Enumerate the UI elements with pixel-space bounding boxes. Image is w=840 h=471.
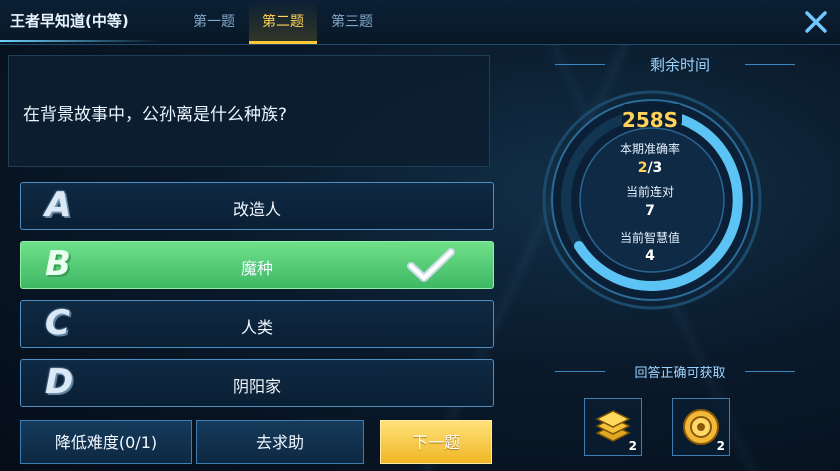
reward-item-medal[interactable]: 2 bbox=[672, 398, 730, 456]
accuracy-label: 本期准确率 bbox=[619, 142, 680, 156]
page-title: 王者早知道(中等) bbox=[10, 12, 129, 30]
answer-option-c[interactable]: C 人类 bbox=[20, 300, 494, 348]
accuracy-correct: 2 bbox=[637, 160, 648, 176]
question-text: 在背景故事中，公孙离是什么种族? bbox=[23, 105, 288, 125]
time-remaining-header: 剩余时间 bbox=[649, 56, 710, 74]
question-panel: 在背景故事中，公孙离是什么种族? bbox=[8, 55, 490, 167]
lower-difficulty-button[interactable]: 降低难度(0/1) bbox=[20, 420, 192, 464]
next-question-button[interactable]: 下一题 bbox=[380, 420, 492, 464]
title-underline bbox=[0, 40, 160, 42]
accuracy-total: /3 bbox=[647, 160, 663, 176]
streak-label: 当前连对 bbox=[625, 185, 674, 199]
top-bar: 王者早知道(中等) 第一题 第二题 第三题 bbox=[0, 0, 840, 45]
reward-count: 2 bbox=[716, 439, 725, 453]
reward-count: 2 bbox=[628, 439, 637, 453]
answer-option-b[interactable]: B 魔种 bbox=[20, 241, 494, 289]
streak-value: 7 bbox=[645, 203, 655, 219]
answer-option-d[interactable]: D 阴阳家 bbox=[20, 359, 494, 407]
wisdom-value: 4 bbox=[645, 248, 655, 264]
close-icon bbox=[805, 11, 827, 33]
checkmark-icon bbox=[407, 248, 455, 282]
tab-question-2[interactable]: 第二题 bbox=[249, 0, 317, 44]
answer-text: 人类 bbox=[240, 318, 273, 337]
tab-question-3[interactable]: 第三题 bbox=[318, 0, 386, 44]
answer-option-a[interactable]: A 改造人 bbox=[20, 182, 494, 230]
answer-text: 改造人 bbox=[232, 200, 281, 219]
reward-header: 回答正确可获取 bbox=[634, 366, 726, 381]
answer-text: 阴阳家 bbox=[232, 377, 281, 396]
ask-help-button[interactable]: 去求助 bbox=[196, 420, 364, 464]
wisdom-label: 当前智慧值 bbox=[619, 231, 680, 245]
close-button[interactable] bbox=[802, 8, 830, 36]
accuracy-value: 2/3 bbox=[590, 160, 710, 176]
tab-question-1[interactable]: 第一题 bbox=[180, 0, 248, 44]
timer-seconds: 258S bbox=[621, 108, 679, 132]
reward-item-coins[interactable]: 2 bbox=[584, 398, 642, 456]
